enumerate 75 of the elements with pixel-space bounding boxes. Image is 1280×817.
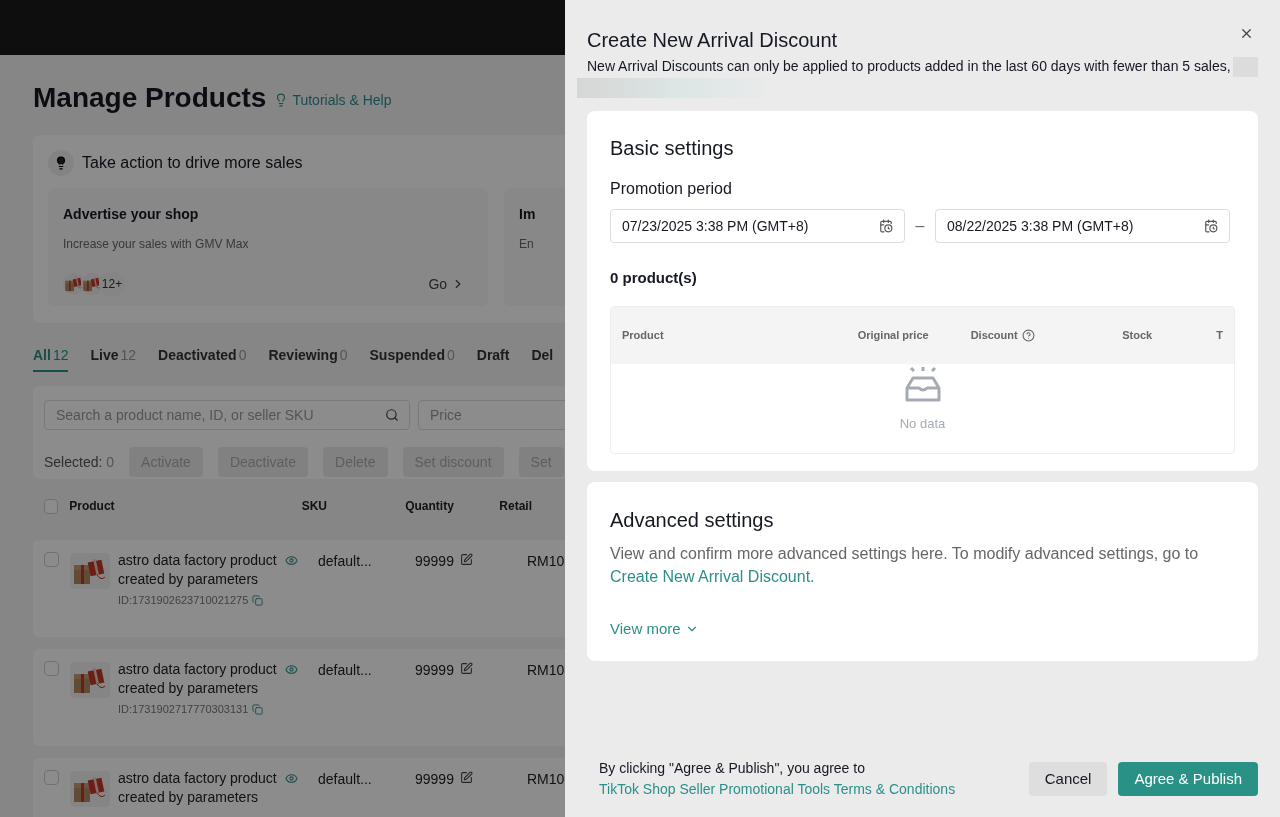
eye-icon[interactable] — [285, 772, 298, 785]
calendar-icon — [879, 219, 893, 233]
edit-icon[interactable] — [459, 771, 473, 784]
action-card[interactable]: Advertise your shop Increase your sales with GMV Max 12+ Go — [48, 188, 489, 306]
drawer-description: New Arrival Discounts can only be applied to products added in the last 60 days with fewer than 5 sales, — [587, 57, 1231, 76]
card-title: Im — [519, 205, 537, 224]
go-link[interactable]: Go — [428, 273, 466, 295]
price-field[interactable]: Price — [418, 400, 565, 430]
column-header: SKU — [301, 498, 329, 515]
price-cell-text: RM10 — [527, 552, 565, 571]
product-id: ID:1731902717770303131 — [118, 702, 249, 717]
eye-icon[interactable] — [285, 663, 298, 676]
product-id: ID:1731902623710021275 — [118, 593, 249, 608]
search-field[interactable]: Search a product name, ID, or seller SKU — [44, 400, 410, 430]
column-header: T — [1216, 327, 1223, 343]
product-count: 0 product(s) — [610, 268, 698, 288]
row-checkbox[interactable] — [44, 552, 59, 567]
cancel-button[interactable]: Cancel — [1028, 762, 1108, 796]
end-date-field[interactable]: 08/22/2025 3:38 PM (GMT+8) — [935, 209, 1230, 243]
status-tab[interactable]: All 12 — [33, 345, 69, 372]
column-header: Discount — [970, 327, 1018, 343]
field-label: Promotion period — [610, 179, 733, 199]
edit-icon[interactable] — [459, 662, 473, 675]
close-icon — [1239, 26, 1254, 41]
agree-publish-button[interactable]: Agree & Publish — [1118, 762, 1258, 796]
card-title: Advertise your shop — [63, 205, 200, 224]
terms-notice: By clicking "Agree & Publish", you agree to — [599, 759, 866, 778]
edit-icon[interactable] — [459, 553, 473, 566]
action-card[interactable]: Im En — [504, 188, 565, 306]
view-more-button[interactable]: View more — [610, 618, 699, 641]
advanced-description: View and confirm more advanced settings here. To modify advanced settings, go to Create New Arrival Discount. — [610, 544, 1200, 587]
price-cell-text: RM10 — [527, 770, 565, 789]
help-icon[interactable] — [1021, 328, 1035, 342]
select-all-checkbox[interactable] — [44, 498, 59, 514]
eye-icon[interactable] — [285, 554, 298, 567]
quantity-cell-text: 99999 — [415, 552, 454, 571]
lightbulb-icon — [48, 150, 74, 176]
create-discount-link[interactable]: Create New Arrival Discount. — [610, 568, 815, 585]
empty-state-text: No data — [899, 414, 946, 433]
product-name[interactable]: astro data factory product created by parameters — [118, 769, 288, 807]
start-date-field[interactable]: 07/23/2025 3:38 PM (GMT+8) — [610, 209, 905, 243]
product-name[interactable]: astro data factory product created by parameters — [118, 551, 288, 589]
date-separator: – — [914, 216, 926, 236]
section-title: Advanced settings — [610, 508, 775, 533]
panel-title: Take action to drive more sales — [82, 153, 303, 173]
column-header: Product — [622, 327, 665, 343]
card-description: Increase your sales with GMV Max — [63, 236, 250, 253]
copy-icon[interactable] — [252, 594, 264, 606]
quantity-cell-text: 99999 — [415, 770, 454, 789]
sku-cell-text: default... — [318, 770, 373, 789]
calendar-icon — [1204, 219, 1218, 233]
row-checkbox[interactable] — [44, 770, 59, 785]
column-header: Retail — [499, 498, 532, 515]
sku-cell-text: default... — [318, 552, 373, 571]
search-icon — [385, 408, 399, 422]
quantity-cell-text: 99999 — [415, 661, 454, 680]
status-tab[interactable]: Draft — [476, 345, 510, 372]
product-name[interactable]: astro data factory product created by parameters — [118, 660, 288, 698]
status-tab[interactable]: Del — [531, 345, 554, 372]
terms-link[interactable]: TikTok Shop Seller Promotional Tools Terms & Conditions — [599, 779, 956, 800]
selected-label: Selected: 0 — [44, 452, 115, 472]
card-description: En — [519, 236, 535, 253]
price-cell-text: RM10 — [527, 661, 565, 680]
copy-icon[interactable] — [252, 703, 264, 715]
sku-cell-text: default... — [318, 661, 373, 680]
column-header: Original price — [857, 327, 930, 343]
section-title: Basic settings — [610, 136, 735, 161]
column-header: Quantity — [405, 498, 455, 515]
column-header: Product — [69, 498, 116, 515]
drawer-title: Create New Arrival Discount — [587, 28, 838, 52]
column-header: Stock — [1122, 327, 1154, 343]
tutorials-help-link[interactable]: Tutorials & Help — [274, 89, 392, 111]
close-button[interactable] — [1239, 26, 1254, 41]
row-checkbox[interactable] — [44, 661, 59, 676]
page-title: Manage Products — [33, 81, 267, 115]
